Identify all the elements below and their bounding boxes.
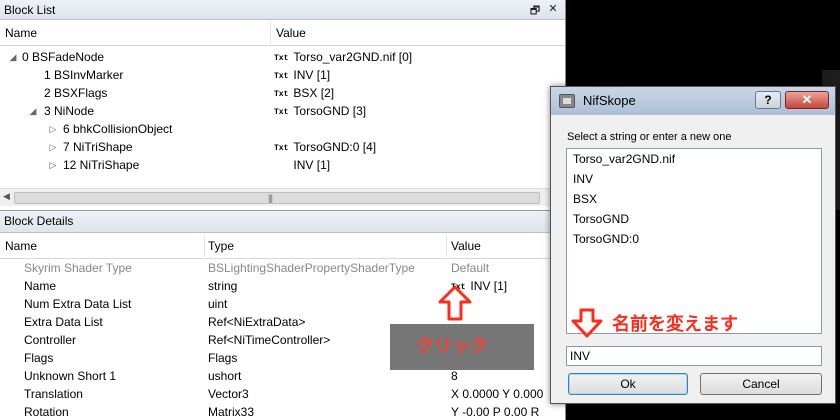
list-item[interactable]: INV	[573, 169, 593, 189]
block-details-header: Name Type Value	[0, 233, 565, 259]
horizontal-scrollbar[interactable]: ◀ ||| ▶	[0, 188, 565, 206]
ok-button[interactable]: Ok	[568, 373, 688, 395]
detail-type: ushort	[208, 369, 242, 383]
block-details-title: Block Details	[4, 214, 74, 228]
tree-row[interactable]: 2 BSXFlags Txt BSX [2]	[0, 84, 565, 102]
scroll-left-icon[interactable]: ◀	[3, 191, 10, 202]
string-list[interactable]: Torso_var2GND.nif INV BSX TorsoGND Torso…	[566, 148, 822, 334]
txt-icon: Txt	[274, 162, 289, 171]
column-header-name[interactable]: Name	[5, 239, 37, 253]
block-list-header: Name Value	[0, 20, 565, 46]
collapsed-arrow-icon[interactable]: ▷	[48, 120, 58, 138]
tree-row-name: 7 NiTriShape	[63, 140, 133, 154]
up-arrow-icon	[438, 285, 472, 321]
detail-value: X 0.0000 Y 0.000	[451, 387, 544, 401]
rename-annotation-label: 名前を変えます	[612, 314, 738, 334]
cancel-button[interactable]: Cancel	[700, 373, 822, 395]
column-header-value[interactable]: Value	[276, 26, 306, 40]
collapsed-arrow-icon[interactable]: ▷	[48, 156, 58, 174]
detail-row[interactable]: Skyrim Shader Type BSLightingShaderPrope…	[0, 259, 565, 277]
detail-type: Vector3	[208, 387, 249, 401]
dialog-title-bar: NifSkope ? ✕	[551, 87, 835, 115]
detail-name: Unknown Short 1	[24, 369, 117, 383]
expand-arrow-icon[interactable]: ◢	[8, 48, 18, 66]
click-annotation-label: クリック	[416, 336, 488, 356]
tree-row[interactable]: ▷ 7 NiTriShape Txt TorsoGND:0 [4]	[0, 138, 565, 156]
tree-row-name: 12 NiTriShape	[63, 158, 140, 172]
tree-row-name: 0 BSFadeNode	[22, 50, 105, 64]
tree-row[interactable]: ◢ 0 BSFadeNode Txt Torso_var2GND.nif [0]	[0, 48, 565, 66]
block-list-title: Block List	[4, 3, 56, 17]
block-list-title-bar: Block List 🗗 ✕	[0, 0, 565, 20]
tree-row-name: 1 BSInvMarker	[44, 68, 124, 82]
list-item[interactable]: TorsoGND:0	[573, 229, 639, 249]
tree-row-value: Txt TorsoGND [3]	[274, 104, 367, 118]
detail-name: Name	[24, 279, 57, 293]
txt-icon: Txt	[274, 72, 289, 81]
txt-icon: Txt	[274, 90, 289, 99]
detail-row[interactable]: Num Extra Data List uint 0	[0, 295, 565, 313]
detail-type: Flags	[208, 351, 238, 365]
detail-type: Ref<NiTimeController>	[208, 333, 331, 347]
column-header-name[interactable]: Name	[5, 26, 37, 40]
block-details-title-bar: Block Details	[0, 211, 565, 233]
txt-icon: Txt	[274, 144, 289, 153]
txt-icon: Txt	[274, 108, 289, 117]
detail-name: Flags	[24, 351, 54, 365]
tree-row-value: Txt TorsoGND:0 [4]	[274, 140, 377, 154]
detail-name: Num Extra Data List	[24, 297, 132, 311]
detail-value: Y -0.00 P 0.00 R	[451, 405, 540, 419]
detail-type: uint	[208, 297, 228, 311]
down-arrow-icon	[571, 308, 603, 338]
detail-name: Controller	[24, 333, 77, 347]
float-panel-icon[interactable]: 🗗	[529, 2, 541, 21]
detail-row[interactable]: Translation Vector3 X 0.0000 Y 0.000	[0, 385, 565, 403]
list-item[interactable]: TorsoGND	[573, 209, 629, 229]
detail-name: Rotation	[24, 405, 69, 419]
nifskope-app-icon	[559, 94, 575, 108]
tree-row-selected[interactable]: ▷ 12 NiTriShape Txt INV [1]	[44, 156, 565, 174]
tree-row[interactable]: ◢ 3 NiNode Txt TorsoGND [3]	[0, 102, 565, 120]
detail-type: BSLightingShaderPropertyShaderType	[208, 261, 415, 275]
grip-icon: |||	[268, 193, 273, 203]
column-header-value[interactable]: Value	[451, 239, 481, 253]
string-input[interactable]	[566, 346, 822, 366]
tree-row-value: Txt BSX [2]	[274, 86, 335, 100]
detail-type: Ref<NiExtraData>	[208, 315, 306, 329]
column-header-type[interactable]: Type	[208, 239, 234, 253]
detail-type: string	[208, 279, 238, 293]
list-item[interactable]: BSX	[573, 189, 597, 209]
tree-row[interactable]: 1 BSInvMarker Txt INV [1]	[0, 66, 565, 84]
close-button[interactable]: ✕	[785, 91, 829, 109]
help-button[interactable]: ?	[755, 91, 781, 109]
tree-row-value: Txt INV [1]	[274, 68, 331, 82]
txt-icon: Txt	[274, 54, 289, 63]
detail-type: Matrix33	[208, 405, 255, 419]
tree-row-name: 3 NiNode	[44, 104, 95, 118]
tree-row[interactable]: ▷ 6 bhkCollisionObject	[0, 120, 565, 138]
block-details-panel: Block Details Name Type Value Skyrim Sha…	[0, 210, 566, 420]
tree-row-name: 6 bhkCollisionObject	[63, 122, 173, 136]
tree-row-value: Txt Torso_var2GND.nif [0]	[274, 50, 413, 64]
collapsed-arrow-icon[interactable]: ▷	[48, 138, 58, 156]
scrollbar-thumb[interactable]: |||	[14, 192, 540, 204]
dialog-prompt: Select a string or enter a new one	[567, 131, 732, 143]
detail-value: Default	[451, 261, 490, 275]
detail-name: Extra Data List	[24, 315, 103, 329]
block-list-panel: Block List 🗗 ✕ Name Value ◢ 0 BSFadeNode…	[0, 0, 566, 210]
detail-name: Skyrim Shader Type	[24, 261, 132, 275]
expand-arrow-icon[interactable]: ◢	[28, 102, 38, 120]
list-item[interactable]: Torso_var2GND.nif	[573, 149, 675, 169]
tree-row-name: 2 BSXFlags	[44, 86, 108, 100]
detail-row[interactable]: Rotation Matrix33 Y -0.00 P 0.00 R	[0, 403, 565, 420]
detail-row[interactable]: Name string Txt INV [1]	[0, 277, 565, 295]
detail-name: Translation	[24, 387, 83, 401]
dialog-title: NifSkope	[583, 93, 636, 108]
close-panel-icon[interactable]: ✕	[547, 2, 559, 21]
tree-row-value: Txt INV [1]	[274, 158, 331, 172]
